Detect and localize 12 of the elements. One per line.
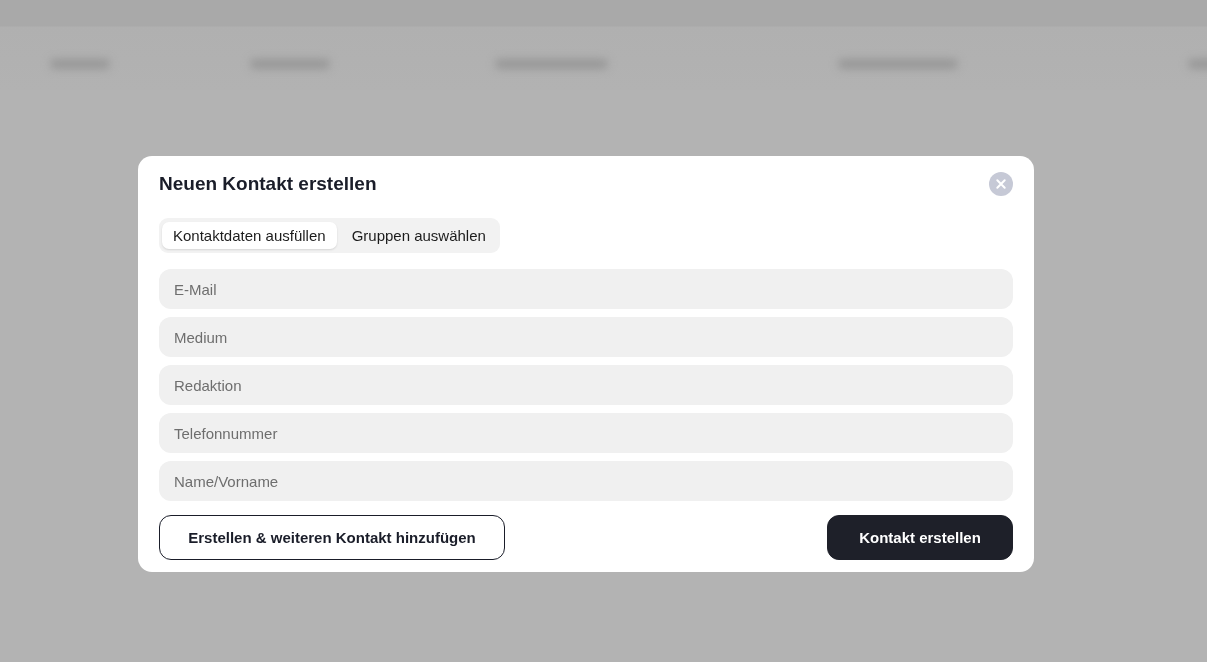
close-icon: [989, 172, 1013, 196]
input-field[interactable]: Medium: [159, 317, 1013, 357]
close-button[interactable]: [989, 172, 1013, 196]
tab[interactable]: Gruppen auswählen: [340, 222, 497, 249]
tab[interactable]: Kontaktdaten ausfüllen: [162, 222, 337, 249]
input-field[interactable]: Redaktion: [159, 365, 1013, 405]
create-and-add-button[interactable]: Erstellen & weiteren Kontakt hinzufügen: [159, 515, 505, 560]
create-button[interactable]: Kontakt erstellen: [827, 515, 1013, 560]
input-field[interactable]: Name/Vorname: [159, 461, 1013, 501]
input-field[interactable]: E-Mail: [159, 269, 1013, 309]
input-field[interactable]: Telefonnummer: [159, 413, 1013, 453]
dialog-title: Neuen Kontakt erstellen: [159, 172, 377, 196]
